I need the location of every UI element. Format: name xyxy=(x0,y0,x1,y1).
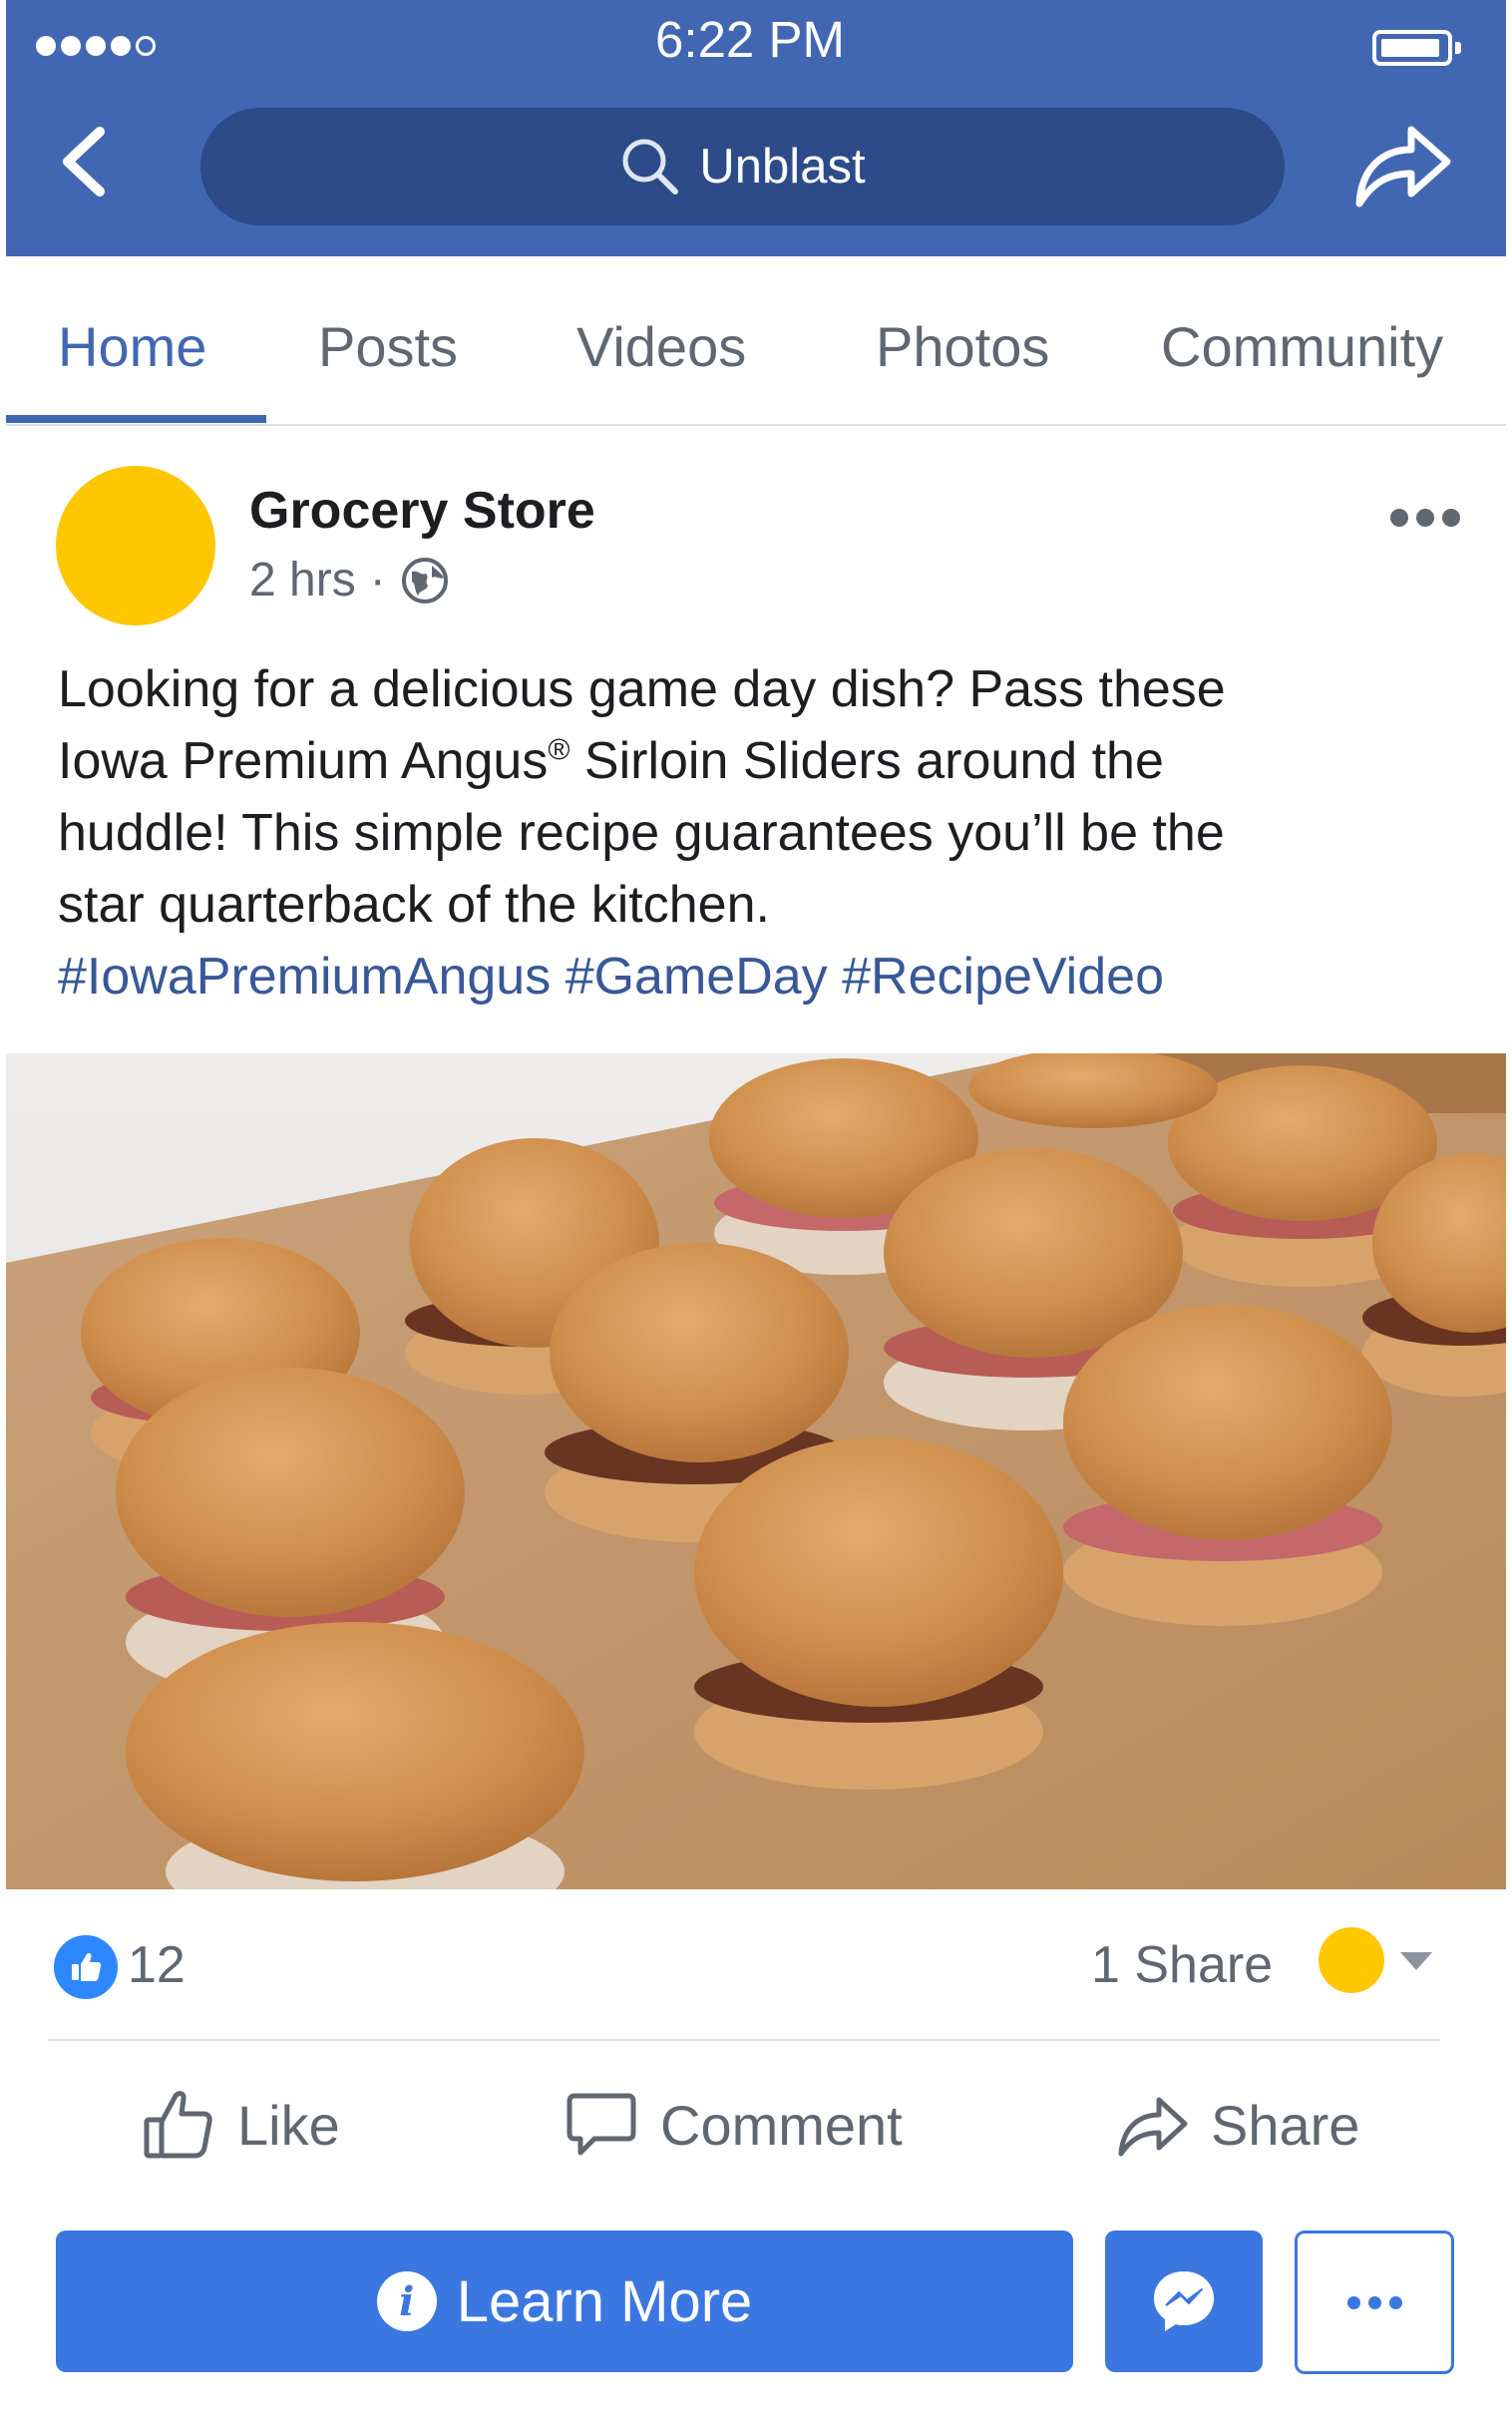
post-time[interactable]: 2 hrs xyxy=(249,553,356,608)
share-count[interactable]: 1 Share xyxy=(1091,1935,1273,1995)
share-label: Share xyxy=(1211,2093,1360,2157)
like-reaction-icon[interactable] xyxy=(50,1931,122,2003)
post-hashtags: #IowaPremiumAngus #GameDay #RecipeVideo xyxy=(58,941,1494,1013)
back-chevron-icon[interactable] xyxy=(56,126,112,198)
search-text: Unblast xyxy=(699,140,866,194)
globe-icon xyxy=(401,557,448,604)
search-bar[interactable]: Unblast xyxy=(200,108,1285,225)
like-label: Like xyxy=(237,2093,340,2157)
comment-icon xyxy=(567,2093,636,2156)
like-button[interactable]: Like xyxy=(142,2085,340,2165)
post-text-line: huddle! This simple recipe guarantees yo… xyxy=(58,804,1225,862)
search-icon xyxy=(622,139,679,195)
comment-label: Comment xyxy=(660,2093,903,2157)
slider-sandwich xyxy=(1063,1305,1392,1626)
like-count[interactable]: 12 xyxy=(128,1935,186,1995)
learn-more-button[interactable]: i Learn More xyxy=(56,2230,1073,2372)
page-avatar[interactable] xyxy=(56,466,215,625)
share-button[interactable]: Share xyxy=(1115,2085,1359,2165)
tab-videos[interactable]: Videos xyxy=(576,314,746,379)
share-icon xyxy=(1118,2097,1188,2157)
caret-down-icon[interactable] xyxy=(1400,1952,1432,1970)
post-image[interactable] xyxy=(6,1053,1506,1889)
status-time: 6:22 PM xyxy=(655,11,845,68)
tab-posts[interactable]: Posts xyxy=(318,314,458,379)
post-text-line: star quarterback of the kitchen. xyxy=(58,876,770,934)
learn-more-label: Learn More xyxy=(456,2268,753,2334)
hashtag-link[interactable]: #RecipeVideo xyxy=(842,948,1164,1006)
tab-home[interactable]: Home xyxy=(58,314,206,379)
messenger-button[interactable] xyxy=(1105,2230,1263,2372)
divider xyxy=(48,2039,1440,2041)
post-options-icon[interactable] xyxy=(1390,509,1460,529)
comment-button[interactable]: Comment xyxy=(565,2085,903,2165)
slider-sandwich xyxy=(126,1622,584,1889)
hashtag-link[interactable]: #IowaPremiumAngus xyxy=(58,948,551,1006)
page-tabs: Home Posts Videos Photos Community xyxy=(6,256,1506,426)
hashtag-link[interactable]: #GameDay xyxy=(566,948,828,1006)
post-author[interactable]: Grocery Store xyxy=(249,481,595,541)
post-text-line: Iowa Premium Angus® Sirloin Sliders arou… xyxy=(58,732,1164,790)
thumbs-up-icon xyxy=(144,2091,212,2159)
battery-icon xyxy=(1372,30,1461,66)
slider-sandwich xyxy=(694,1437,1063,1790)
viewer-avatar[interactable] xyxy=(1319,1927,1384,1993)
tab-community[interactable]: Community xyxy=(1161,314,1443,379)
more-options-button[interactable] xyxy=(1295,2230,1454,2374)
post-body: Looking for a delicious game day dish? P… xyxy=(58,653,1494,1013)
info-icon: i xyxy=(376,2271,437,2331)
tab-photos[interactable]: Photos xyxy=(876,314,1049,379)
post-text-line: Looking for a delicious game day dish? P… xyxy=(58,660,1226,718)
meta-separator: · xyxy=(369,554,386,607)
messenger-icon xyxy=(1154,2271,1214,2331)
post-meta: 2 hrs · xyxy=(249,553,450,608)
share-arrow-icon[interactable] xyxy=(1349,110,1455,215)
active-tab-indicator xyxy=(6,415,266,423)
